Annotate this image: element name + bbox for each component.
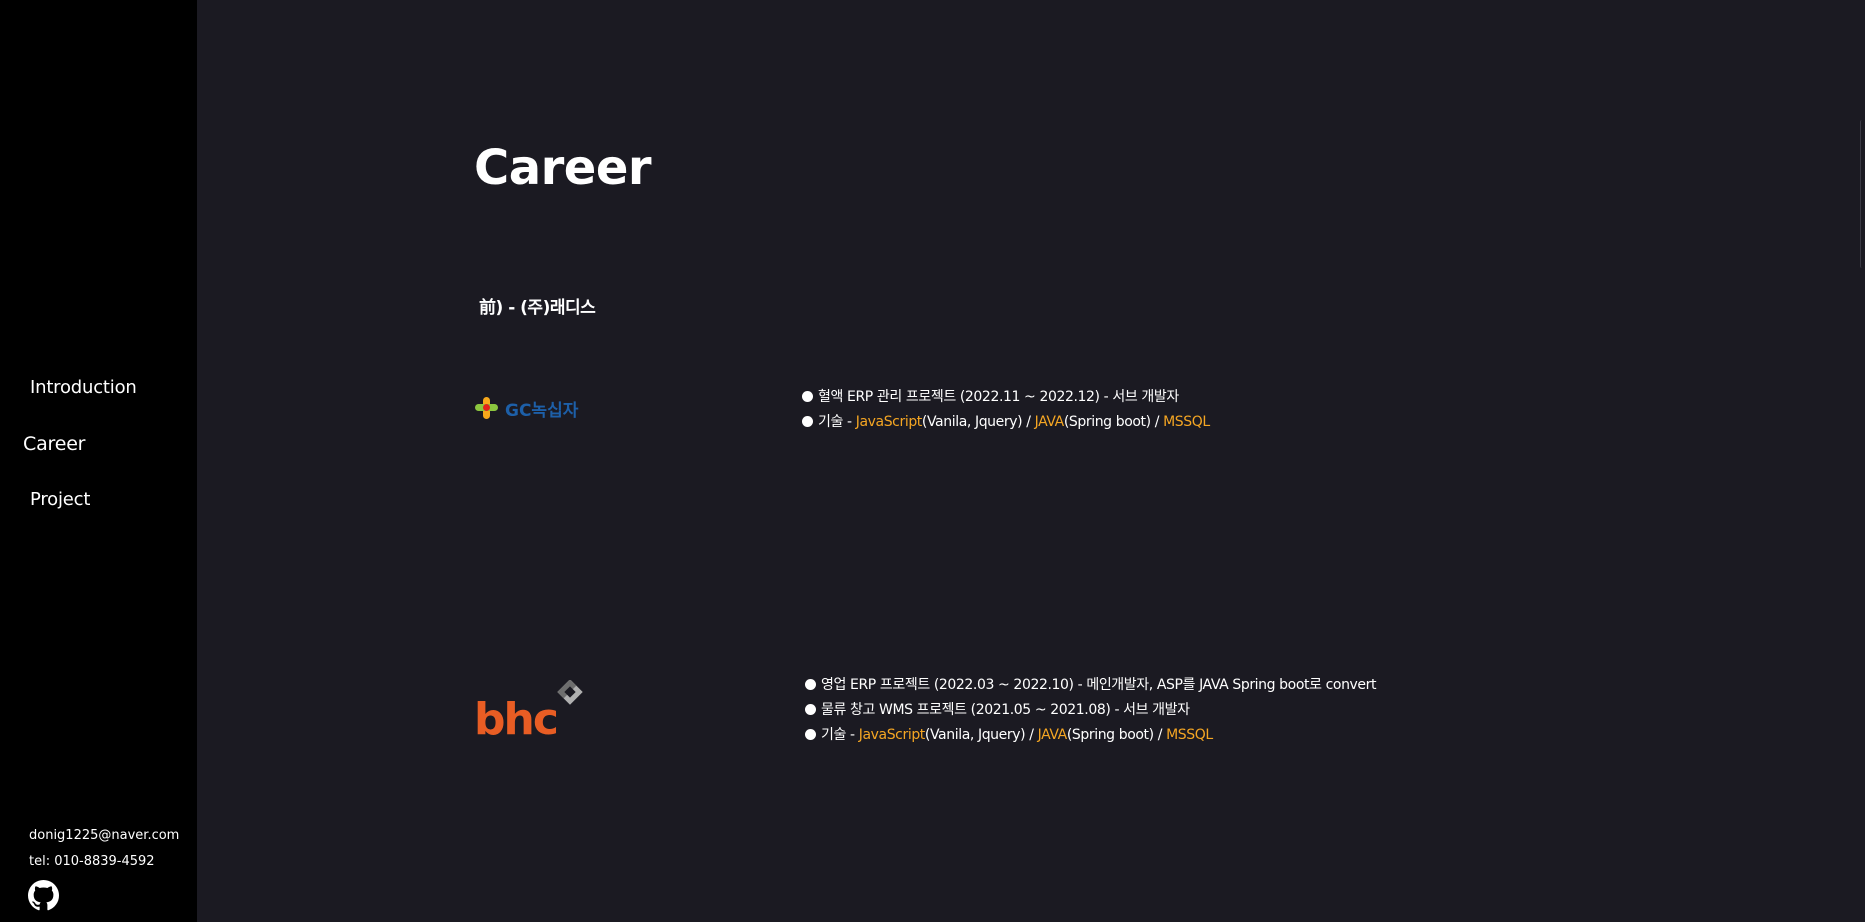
list-item: 혈액 ERP 관리 프로젝트 (2022.11 ~ 2022.12) - 서브 … [802,385,1210,410]
tech-javascript: JavaScript [858,727,926,743]
bhc-details: 영업 ERP 프로젝트 (2022.03 ~ 2022.10) - 메인개발자,… [805,673,1377,748]
nav-project[interactable]: Project [30,489,90,510]
tech-javascript-detail: (Vanila, Jquery) / [921,414,1035,430]
company-name: 前) - (주)래디스 [479,298,596,318]
project-line: 혈액 ERP 관리 프로젝트 (2022.11 ~ 2022.12) - 서브 … [818,389,1179,405]
sidebar: Introduction Career Project donig1225@na… [0,0,197,922]
bhc-logo-text: bhc [474,694,557,738]
list-item: 영업 ERP 프로젝트 (2022.03 ~ 2022.10) - 메인개발자,… [805,673,1377,698]
bullet-icon [805,729,816,740]
tech-mssql: MSSQL [1166,727,1213,743]
tech-java: JAVA [1037,727,1068,743]
tech-java-detail: (Spring boot) / [1063,414,1164,430]
list-item: 기술 - JavaScript(Vanila, Jquery) / JAVA(S… [802,410,1210,435]
bullet-icon [802,416,813,427]
bullet-icon [805,704,816,715]
list-item: 기술 - JavaScript(Vanila, Jquery) / JAVA(S… [805,723,1376,748]
gc-logo-text: GC녹십자 [505,401,579,421]
list-item: 물류 창고 WMS 프로젝트 (2021.05 ~ 2021.08) - 서브 … [805,698,1376,723]
nav-career[interactable]: Career [23,433,85,455]
main-content: Career 前) - (주)래디스 GC녹십자 혈액 ERP 관리 프로젝트 … [197,0,1865,922]
gc-details: 혈액 ERP 관리 프로젝트 (2022.11 ~ 2022.12) - 서브 … [802,385,1210,435]
tech-java: JAVA [1034,414,1065,430]
bullet-icon [805,679,816,690]
bullet-icon [802,391,813,402]
tech-javascript-detail: (Vanila, Jquery) / [924,727,1038,743]
project-line: 영업 ERP 프로젝트 (2022.03 ~ 2022.10) - 메인개발자,… [821,677,1377,693]
scrollbar[interactable] [1860,120,1865,268]
github-icon[interactable] [28,880,59,911]
project-line: 물류 창고 WMS 프로젝트 (2021.05 ~ 2021.08) - 서브 … [821,702,1190,718]
nav-introduction[interactable]: Introduction [30,377,137,398]
page-title: Career [474,140,652,196]
bhc-logo: bhc [474,680,583,738]
tech-javascript: JavaScript [855,414,923,430]
gc-logo: GC녹십자 [475,397,579,421]
tech-mssql: MSSQL [1163,414,1210,430]
tech-prefix: 기술 - [818,414,856,430]
contact-email: donig1225@naver.com [29,828,180,843]
tech-java-detail: (Spring boot) / [1066,727,1167,743]
tech-prefix: 기술 - [821,727,859,743]
contact-tel: tel: 010-8839-4592 [29,854,155,869]
